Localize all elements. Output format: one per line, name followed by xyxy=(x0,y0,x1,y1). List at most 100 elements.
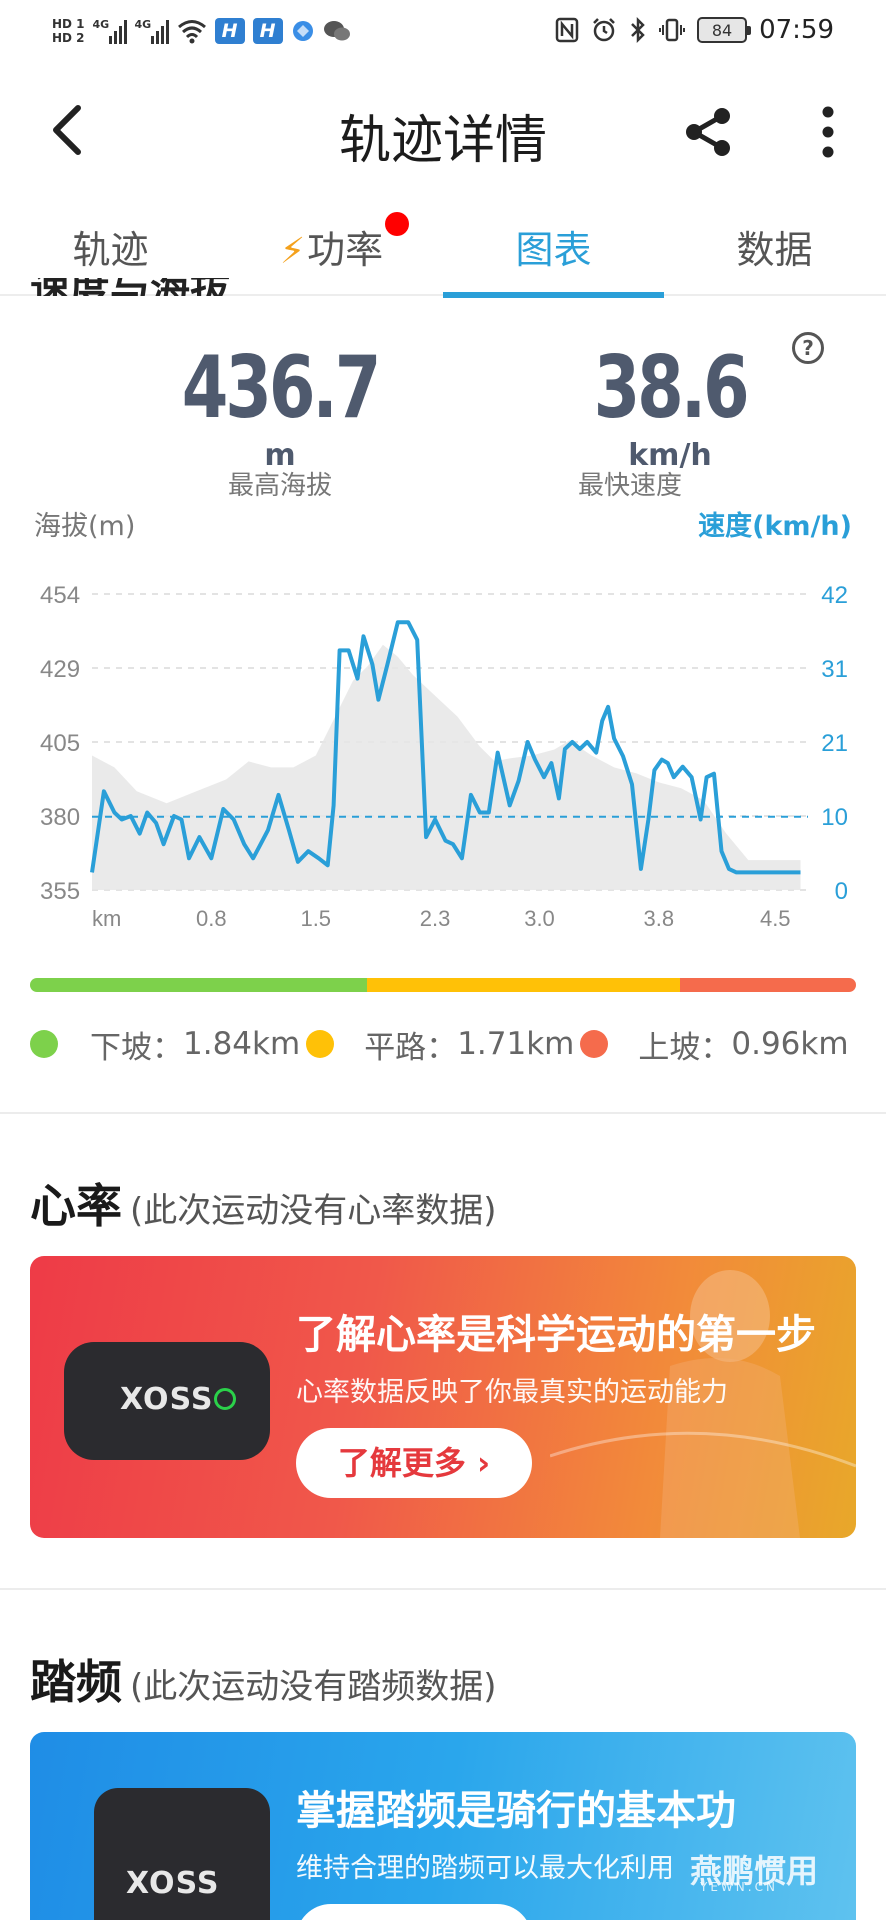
tab-power-label: 功率 xyxy=(307,228,384,272)
page-title: 轨迹详情 xyxy=(338,111,547,171)
heart-rate-sensor-image: XOSS xyxy=(64,1342,270,1460)
flat-label: 平路： xyxy=(364,1029,458,1066)
vibrate-icon xyxy=(659,18,686,42)
tab-chart-label: 图表 xyxy=(515,228,592,272)
speed-tick-label: 42 xyxy=(821,582,848,609)
app-notification-icon-2: H xyxy=(252,18,283,44)
downhill-item: 下坡： 1.84km xyxy=(90,1022,300,1067)
elevation-tick-label: 405 xyxy=(40,730,80,757)
sensor-led-icon xyxy=(214,1388,236,1410)
lightning-icon: ⚡ xyxy=(279,231,306,272)
cadence-section-title: 踏频 (此次运动没有踏频数据) xyxy=(30,1646,497,1712)
speed-axis-title: 速度(km/h) xyxy=(698,511,852,542)
x-tick-label: 1.5 xyxy=(300,906,331,931)
network-type-1: 4G xyxy=(92,18,110,31)
speed-elevation-heading: 速度与海拔 xyxy=(30,278,230,296)
signal-icon: 4G xyxy=(93,18,127,44)
watermark-sub: YEWN.CN xyxy=(700,1880,778,1894)
slope-segment xyxy=(30,978,367,992)
flat-item: 平路： 1.71km xyxy=(364,1022,574,1067)
wifi-icon xyxy=(177,20,206,44)
active-tab-indicator xyxy=(443,292,664,298)
slope-segment xyxy=(680,978,856,992)
max-speed-value: 38.6 xyxy=(593,338,749,438)
signal-icon-2: 4G xyxy=(135,18,169,44)
speed-tick-label: 0 xyxy=(835,878,848,905)
section-divider-2 xyxy=(0,1588,886,1590)
heart-rate-banner-subtitle: 心率数据反映了你最真实的运动能力 xyxy=(296,1377,728,1408)
share-button[interactable] xyxy=(680,104,736,160)
device-brand-label: XOSS xyxy=(120,1382,214,1417)
slope-segment xyxy=(366,978,681,992)
cadence-device-brand-label: XOSS xyxy=(126,1866,220,1901)
flat-dot xyxy=(306,1030,335,1058)
cadence-banner-headline: 掌握踏频是骑行的基本功 xyxy=(296,1788,736,1834)
uphill-item: 上坡： 0.96km xyxy=(638,1022,848,1067)
slope-distribution-bar xyxy=(30,978,856,992)
cadence-banner-subtitle: 维持合理的踏频可以最大化利用 xyxy=(296,1853,674,1884)
bluetooth-icon xyxy=(631,16,645,44)
hd2-label: HD 2 xyxy=(52,31,85,45)
uphill-dot xyxy=(580,1030,609,1058)
browser-icon xyxy=(292,21,313,41)
slope-legend: 下坡： 1.84km 平路： 1.71km 上坡： 0.96km xyxy=(30,1022,860,1066)
cadence-learn-more-button[interactable] xyxy=(296,1904,532,1920)
speed-elevation-chart[interactable]: 454 429 405 380 355 42 31 21 10 0 km 0.8 1.5 2.3 3.0 3.… xyxy=(0,560,886,940)
downhill-value: 1.84km xyxy=(183,1026,301,1062)
x-tick-label: 0.8 xyxy=(196,906,227,931)
cadence-note: (此次运动没有踏频数据) xyxy=(130,1667,497,1707)
battery-icon: 84 xyxy=(697,17,752,43)
uphill-label: 上坡： xyxy=(638,1029,732,1066)
x-tick-label: 3.8 xyxy=(644,906,675,931)
section-heading-clipped: 速度与海拔 xyxy=(30,278,330,296)
speed-tick-label: 21 xyxy=(821,730,848,757)
help-icon[interactable]: ? xyxy=(792,332,824,364)
heart-rate-promo-banner[interactable]: XOSS 了解心率是科学运动的第一步 心率数据反映了你最真实的运动能力 了解更多… xyxy=(30,1256,856,1538)
heart-rate-section-title: 心率 (此次运动没有心率数据) xyxy=(30,1170,497,1236)
heart-rate-banner-headline: 了解心率是科学运动的第一步 xyxy=(296,1312,816,1358)
cadence-sensor-image: XOSS xyxy=(94,1788,270,1920)
tab-data-label: 数据 xyxy=(736,228,813,272)
more-options-button[interactable] xyxy=(810,102,846,162)
uphill-value: 0.96km xyxy=(731,1026,849,1062)
app-notification-icon: H xyxy=(214,18,245,44)
speed-tick-label: 31 xyxy=(821,656,848,683)
max-elevation-caption: 最高海拔 xyxy=(227,471,332,501)
elevation-tick-label: 429 xyxy=(40,656,80,683)
clock: 07:59 xyxy=(759,15,834,45)
flat-value: 1.71km xyxy=(457,1026,575,1062)
max-speed-caption: 最快速度 xyxy=(578,471,683,501)
notification-dot xyxy=(385,212,409,236)
tab-track-label: 轨迹 xyxy=(72,228,149,272)
max-elevation-value: 436.7 xyxy=(181,338,382,438)
nfc-icon xyxy=(555,17,579,43)
hd-indicator: HD 1 HD 2 xyxy=(52,17,85,45)
network-type-2: 4G xyxy=(134,18,152,31)
heart-rate-note: (此次运动没有心率数据) xyxy=(130,1191,497,1231)
status-bar: HD 1 HD 2 4G 4G H H 84 07:59 xyxy=(0,0,886,62)
x-axis-unit-label: km xyxy=(92,906,121,931)
learn-more-button[interactable]: 了解更多 › xyxy=(296,1428,532,1498)
speed-tick-label: 10 xyxy=(821,804,848,831)
hd1-label: HD 1 xyxy=(52,17,85,31)
downhill-label: 下坡： xyxy=(90,1029,183,1066)
x-tick-label: 3.0 xyxy=(524,906,555,931)
tab-chart[interactable]: 图表 xyxy=(443,210,664,298)
elevation-area xyxy=(92,644,801,890)
downhill-dot xyxy=(30,1030,58,1058)
wechat-icon xyxy=(323,21,350,41)
max-speed-stat: 38.6 km/h 最快速度 xyxy=(530,338,810,502)
elevation-tick-label: 454 xyxy=(40,582,80,609)
elevation-tick-label: 380 xyxy=(40,804,80,831)
alarm-icon xyxy=(593,18,615,42)
heart-rate-title: 心率 xyxy=(30,1179,122,1233)
x-tick-label: 2.3 xyxy=(420,906,451,931)
cadence-title: 踏频 xyxy=(30,1655,122,1709)
x-tick-label: 4.5 xyxy=(760,906,791,931)
section-divider xyxy=(0,1112,886,1114)
app-bar: 轨迹详情 xyxy=(0,70,886,190)
tab-data[interactable]: 数据 xyxy=(664,210,885,296)
elevation-axis-title: 海拔(m) xyxy=(34,511,136,542)
max-elevation-stat: 436.7 m 最高海拔 xyxy=(150,338,410,502)
elevation-tick-label: 355 xyxy=(40,878,80,905)
